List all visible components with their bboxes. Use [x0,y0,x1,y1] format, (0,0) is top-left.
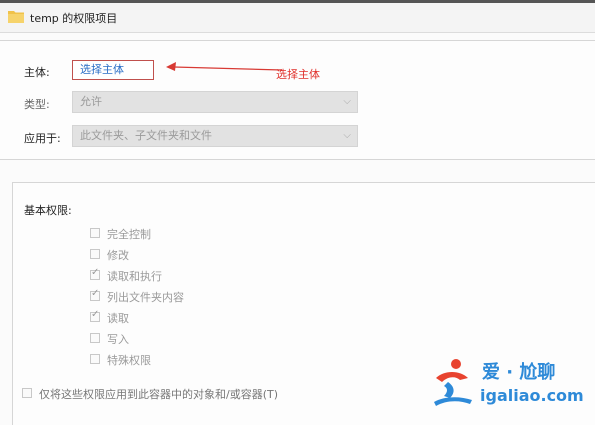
checkbox[interactable]: ✓ [90,267,100,280]
title-bar: temp 的权限项目 [0,0,595,33]
checkbox[interactable] [22,388,32,398]
applies-to-dropdown[interactable]: 此文件夹、子文件夹和文件 ⌵ [72,125,358,147]
check-icon: ✓ [91,288,100,299]
permission-label: 修改 [107,249,129,262]
checkbox[interactable] [90,228,100,238]
watermark-title: 爱 · 尬聊 [482,362,556,383]
folder-icon [8,11,24,23]
checkbox[interactable] [90,333,100,343]
permission-label: 读取 [107,312,129,325]
type-label: 类型: [24,98,50,111]
checkbox[interactable]: ✓ [90,309,100,322]
type-value: 允许 [80,95,102,108]
permission-label: 写入 [107,333,129,346]
permission-label: 读取和执行 [107,270,162,283]
watermark-logo-icon [434,359,472,406]
watermark-url: igaliao.com [480,386,584,405]
window-top-edge [0,0,595,3]
check-icon: ✓ [91,267,100,278]
annotation-text: 选择主体 [276,68,320,81]
window-title: temp 的权限项目 [30,12,118,25]
basic-permissions-title: 基本权限: [24,204,72,217]
permission-label: 特殊权限 [107,354,151,367]
chevron-down-icon: ⌵ [343,130,351,141]
annotation-arrow [166,62,283,71]
check-icon: ✓ [91,309,100,320]
applies-to-label: 应用于: [24,132,61,145]
watermark: 爱 · 尬聊 igaliao.com [430,352,590,412]
permission-label: 列出文件夹内容 [107,291,184,304]
chevron-down-icon: ⌵ [343,96,351,107]
permission-label: 完全控制 [107,228,151,241]
checkbox[interactable]: ✓ [90,288,100,301]
type-dropdown[interactable]: 允许 ⌵ [72,91,358,113]
applies-to-value: 此文件夹、子文件夹和文件 [80,129,212,142]
principal-label: 主体: [24,66,50,79]
apply-only-label: 仅将这些权限应用到此容器中的对象和/或容器(T) [39,388,279,401]
checkbox[interactable] [90,354,100,364]
checkbox[interactable] [90,249,100,259]
select-principal-link[interactable]: 选择主体 [72,60,154,80]
